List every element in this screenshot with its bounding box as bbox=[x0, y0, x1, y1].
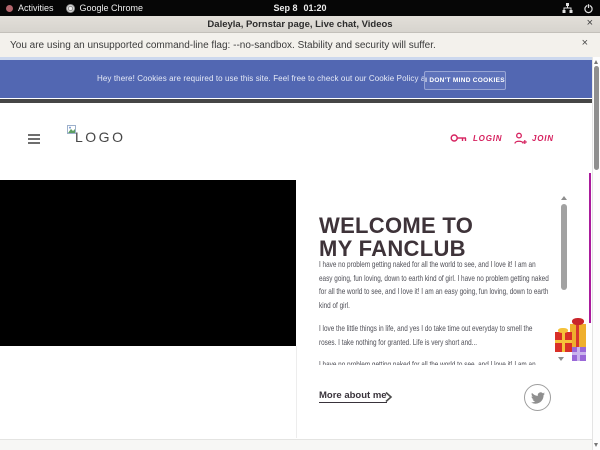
text-scroll-up-icon[interactable] bbox=[561, 196, 567, 200]
video-player[interactable] bbox=[0, 180, 296, 346]
gift-bow-yellow bbox=[558, 328, 568, 333]
gift-box-red bbox=[555, 332, 572, 352]
system-tray[interactable] bbox=[552, 0, 594, 16]
scrollbar-down-icon[interactable] bbox=[594, 443, 598, 447]
scrollbar-thumb[interactable] bbox=[594, 66, 599, 170]
infobar-close-icon[interactable]: × bbox=[582, 37, 588, 49]
window-title: Daleyla, Pornstar page, Live chat, Video… bbox=[207, 19, 392, 30]
network-icon bbox=[562, 3, 573, 14]
cookie-message: Hey there! Cookies are required to use t… bbox=[97, 74, 463, 83]
gift-string bbox=[589, 173, 591, 323]
gift-box-purple bbox=[572, 347, 586, 361]
welcome-heading: WELCOME TO MY FANCLUB bbox=[319, 214, 509, 260]
clock-button[interactable]: Sep 8 01:20 bbox=[270, 0, 329, 16]
desktop-screen: Activities Google Chrome Sep 8 01:20 bbox=[0, 0, 600, 450]
cookie-accept-button[interactable]: I DON'T MIND COOKIES bbox=[424, 71, 506, 90]
active-app-label: Google Chrome bbox=[80, 3, 144, 13]
bio-paragraph-clipped: I have no problem getting naked for all … bbox=[319, 358, 550, 365]
twitter-icon bbox=[531, 392, 545, 404]
app-indicator-icon bbox=[6, 5, 13, 12]
active-app-menu[interactable]: Google Chrome bbox=[60, 0, 150, 16]
more-about-me-link[interactable]: More about me bbox=[319, 390, 387, 403]
join-button[interactable]: JOIN bbox=[514, 132, 554, 145]
window-close-icon[interactable]: × bbox=[587, 17, 593, 29]
twitter-button[interactable] bbox=[524, 384, 551, 411]
bio-paragraph: I have no problem getting naked for all … bbox=[319, 258, 550, 312]
menu-icon[interactable] bbox=[28, 134, 40, 144]
gnome-top-bar: Activities Google Chrome Sep 8 01:20 bbox=[0, 0, 600, 16]
join-label: JOIN bbox=[532, 134, 554, 143]
activities-label: Activities bbox=[18, 3, 54, 13]
browser-scrollbar[interactable] bbox=[592, 57, 600, 450]
gifts-widget[interactable] bbox=[555, 317, 592, 362]
site-logo[interactable]: LOGO bbox=[67, 121, 76, 139]
cookie-banner: Hey there! Cookies are required to use t… bbox=[0, 57, 592, 98]
activities-button[interactable]: Activities bbox=[0, 0, 60, 16]
bio-paragraph: I love the little things in life, and ye… bbox=[319, 322, 550, 349]
chrome-icon bbox=[66, 4, 75, 13]
chrome-infobar: You are using an unsupported command-lin… bbox=[0, 33, 600, 57]
site-header: LOGO LOGIN JOIN bbox=[0, 103, 592, 180]
column-divider bbox=[296, 346, 297, 438]
text-scrollbar-thumb[interactable] bbox=[561, 204, 567, 290]
power-icon bbox=[583, 3, 594, 14]
person-add-icon bbox=[514, 132, 527, 145]
login-button[interactable]: LOGIN bbox=[450, 132, 502, 144]
infobar-message: You are using an unsupported command-lin… bbox=[10, 40, 436, 51]
page-bottom-strip bbox=[0, 439, 592, 450]
scrollbar-up-icon[interactable] bbox=[594, 60, 598, 64]
gift-bow-red bbox=[572, 318, 584, 325]
chevron-right-icon bbox=[384, 391, 393, 403]
login-label: LOGIN bbox=[473, 134, 502, 143]
logo-alt-text: LOGO bbox=[75, 129, 125, 145]
clock-date: Sep 8 bbox=[273, 3, 297, 13]
window-title-bar[interactable]: Daleyla, Pornstar page, Live chat, Video… bbox=[0, 16, 600, 33]
clock-time: 01:20 bbox=[303, 3, 326, 13]
key-icon bbox=[450, 132, 468, 144]
